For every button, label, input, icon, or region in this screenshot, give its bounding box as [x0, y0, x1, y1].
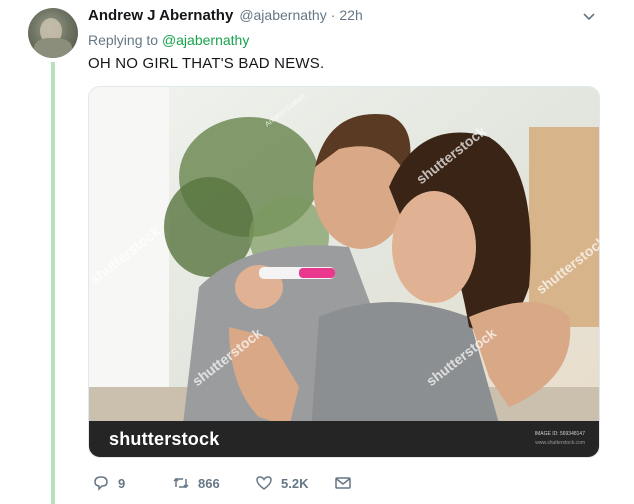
- heart-icon: [256, 476, 272, 490]
- chevron-down-icon[interactable]: [582, 12, 596, 22]
- separator-dot: ·: [330, 7, 336, 23]
- tweet-media-image[interactable]: shutterstock shutterstock shutterstock s…: [88, 86, 600, 458]
- thread-connector-line: [51, 62, 55, 504]
- stock-photo: [89, 87, 599, 457]
- tweet-header: Andrew J Abernathy @ajabernathy · 22h: [88, 7, 363, 27]
- replying-to-mention[interactable]: @ajabernathy: [162, 32, 249, 48]
- avatar[interactable]: [28, 8, 78, 58]
- avatar-body-shape: [34, 38, 72, 58]
- reply-button[interactable]: 9: [92, 474, 125, 492]
- display-name[interactable]: Andrew J Abernathy: [88, 7, 233, 24]
- user-handle[interactable]: @ajabernathy: [239, 7, 326, 23]
- image-id: IMAGE ID: 569348147: [534, 431, 585, 437]
- envelope-icon: [335, 477, 351, 489]
- reply-icon: [94, 476, 108, 491]
- site-url: www.shutterstock.com: [535, 440, 585, 446]
- retweet-icon: [173, 477, 189, 489]
- shutterstock-logo: shutterstock: [109, 429, 220, 449]
- shutterstock-footer: shutterstock IMAGE ID: 569348147 www.shu…: [89, 421, 599, 457]
- retweet-count: 866: [198, 475, 220, 491]
- like-button[interactable]: 5.2K: [255, 474, 308, 492]
- retweet-button[interactable]: 866: [172, 474, 220, 492]
- direct-message-button[interactable]: [334, 474, 352, 492]
- tweet-timestamp[interactable]: 22h: [339, 7, 362, 23]
- replying-to-line: Replying to @ajabernathy: [88, 32, 249, 48]
- replying-prefix: Replying to: [88, 32, 159, 48]
- reply-count: 9: [118, 475, 126, 491]
- tweet-text: OH NO GIRL THAT'S BAD NEWS.: [88, 55, 325, 72]
- image-meta: IMAGE ID: 569348147 www.shutterstock.com: [535, 431, 585, 446]
- like-count: 5.2K: [281, 475, 309, 491]
